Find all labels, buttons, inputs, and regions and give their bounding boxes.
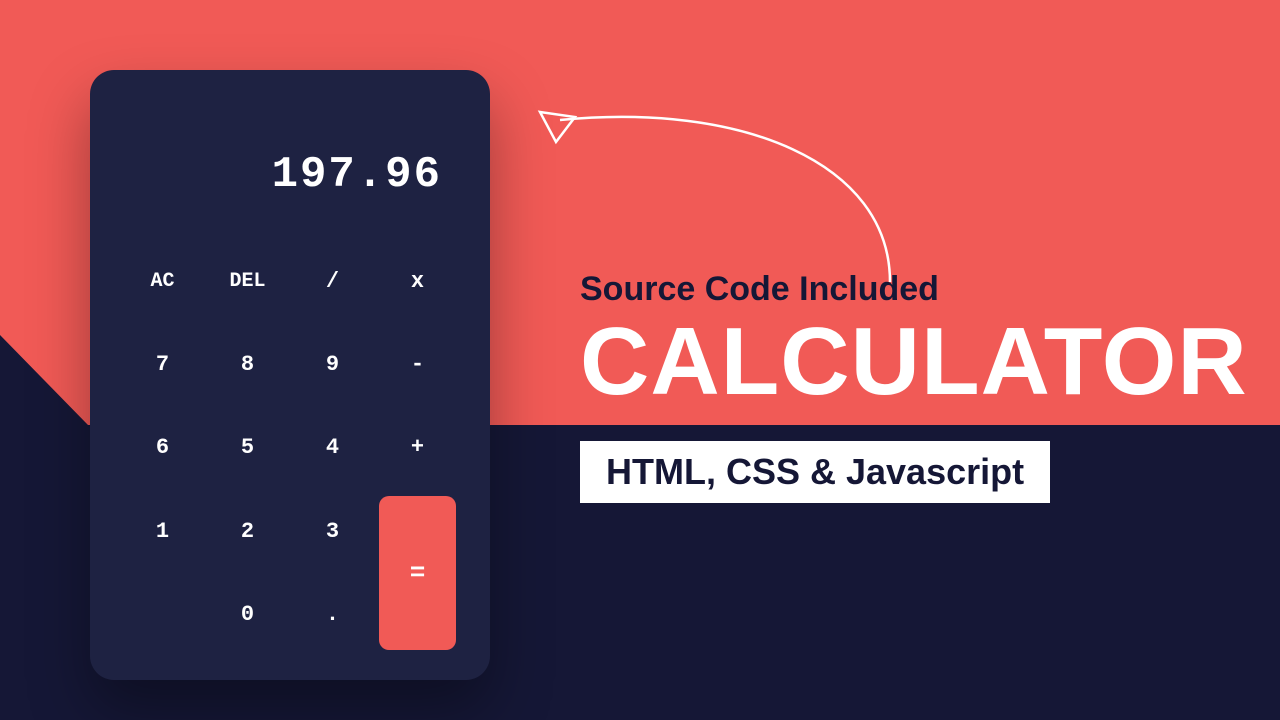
clear-button[interactable]: AC xyxy=(120,240,205,323)
decimal-button[interactable]: . xyxy=(290,573,375,656)
multiply-button[interactable]: x xyxy=(375,240,460,323)
digit-8-button[interactable]: 8 xyxy=(205,323,290,406)
calculator-display: 197.96 xyxy=(120,100,460,220)
promo-title: CALCULATOR xyxy=(580,313,1248,411)
digit-9-button[interactable]: 9 xyxy=(290,323,375,406)
calculator-panel: 197.96 AC DEL / x 7 8 9 - 6 5 4 + 1 2 3 … xyxy=(90,70,490,680)
digit-6-button[interactable]: 6 xyxy=(120,406,205,489)
delete-button[interactable]: DEL xyxy=(205,240,290,323)
digit-3-button[interactable]: 3 xyxy=(290,490,375,573)
promo-subtitle: Source Code Included xyxy=(580,270,1248,309)
equals-button[interactable]: = xyxy=(379,496,456,650)
digit-5-button[interactable]: 5 xyxy=(205,406,290,489)
digit-1-button[interactable]: 1 xyxy=(120,490,205,573)
add-button[interactable]: + xyxy=(375,406,460,489)
calculator-keypad: AC DEL / x 7 8 9 - 6 5 4 + 1 2 3 = 0 . xyxy=(120,240,460,656)
digit-2-button[interactable]: 2 xyxy=(205,490,290,573)
background-accent-wedge xyxy=(0,335,88,425)
promo-tag: HTML, CSS & Javascript xyxy=(580,441,1050,503)
subtract-button[interactable]: - xyxy=(375,323,460,406)
divide-button[interactable]: / xyxy=(290,240,375,323)
digit-7-button[interactable]: 7 xyxy=(120,323,205,406)
digit-0-button[interactable]: 0 xyxy=(205,573,290,656)
promo-text: Source Code Included CALCULATOR HTML, CS… xyxy=(580,270,1248,503)
digit-4-button[interactable]: 4 xyxy=(290,406,375,489)
